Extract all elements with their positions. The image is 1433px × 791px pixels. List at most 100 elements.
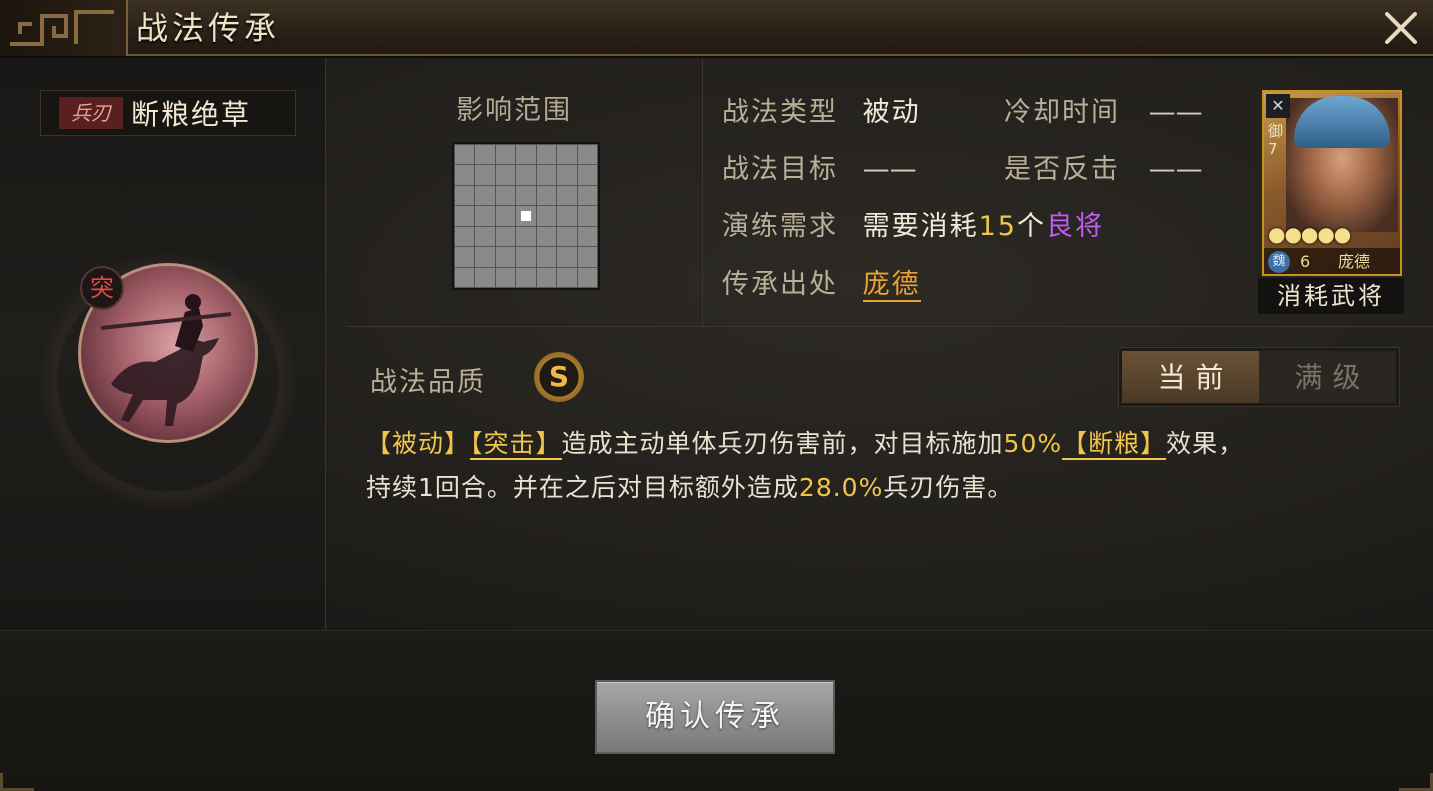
faction-icon: 魏 — [1268, 251, 1290, 273]
general-card-footer: 魏 6 庞德 — [1264, 248, 1400, 274]
skill-name: 断粮绝草 — [131, 98, 252, 131]
counter-value: —— — [1148, 154, 1203, 185]
range-cell — [577, 247, 597, 267]
range-cell — [557, 206, 577, 226]
raid-marker-badge: 突 — [80, 266, 124, 310]
range-cell — [495, 267, 516, 287]
troop-type-icon: ✕ — [1266, 94, 1290, 118]
desc-tag-passive: 【被动】 — [366, 429, 471, 458]
origin-row: 传承出处 庞德 — [722, 262, 921, 302]
counter-label: 是否反击 — [1004, 154, 1120, 185]
range-grid — [452, 142, 600, 290]
train-unit: 个 — [1016, 211, 1046, 242]
range-cell — [516, 185, 536, 206]
range-cell — [495, 206, 516, 226]
range-cell — [455, 267, 475, 287]
range-cell — [577, 185, 597, 206]
range-cell — [475, 185, 495, 206]
range-cell — [495, 247, 516, 267]
skill-icon-column: 兵刃 断粮绝草 突 — [0, 58, 326, 630]
counter-row: 是否反击 —— — [1004, 147, 1203, 186]
desc-tag-raid[interactable]: 【突击】 — [470, 429, 562, 460]
header-ornament — [0, 0, 128, 56]
general-role: 御7 — [1268, 122, 1284, 158]
cooldown-row: 冷却时间 —— — [1004, 90, 1203, 129]
train-requirement-row: 演练需求 需要消耗15个良将 — [722, 204, 1104, 243]
train-prefix: 需要消耗 — [862, 211, 979, 242]
desc-num-1: 50% — [1003, 429, 1063, 458]
range-cell — [536, 145, 557, 165]
skill-type-label: 战法类型 — [722, 97, 838, 128]
skill-name-tag: 兵刃 断粮绝草 — [40, 90, 296, 136]
range-cell — [536, 206, 557, 226]
confirm-inherit-button[interactable]: 确认传承 — [595, 680, 835, 754]
max-level-tab[interactable]: 满级 — [1259, 351, 1396, 403]
range-cell — [455, 226, 475, 247]
skill-description: 【被动】【突击】造成主动单体兵刃伤害前，对目标施加50%【断粮】效果， 持续1回… — [366, 422, 1386, 510]
general-name: 庞德 — [1338, 252, 1371, 271]
range-cell — [536, 247, 557, 267]
corner-ornament-left — [0, 773, 34, 791]
skill-target-row: 战法目标 —— — [722, 147, 917, 186]
quality-label: 战法品质 — [370, 367, 486, 398]
range-cell — [577, 226, 597, 247]
range-cell — [536, 165, 557, 185]
range-cell — [536, 226, 557, 247]
desc-text-3: 持续1回合。并在之后对目标额外造成 — [366, 473, 799, 502]
range-cell — [577, 206, 597, 226]
range-cell — [516, 226, 536, 247]
range-cell — [455, 165, 475, 185]
consume-general-caption: 消耗武将 — [1258, 278, 1404, 314]
range-cell — [516, 247, 536, 267]
range-cell — [516, 145, 536, 165]
range-cell — [577, 267, 597, 287]
range-cell — [475, 206, 495, 226]
train-count: 15 — [978, 211, 1017, 242]
skill-type-row: 战法类型 被动 — [722, 90, 921, 129]
cooldown-label: 冷却时间 — [1004, 97, 1120, 128]
skill-target-label: 战法目标 — [722, 154, 838, 185]
range-cell — [577, 145, 597, 165]
range-cell — [557, 145, 577, 165]
close-icon — [1385, 12, 1417, 44]
column-divider — [702, 58, 703, 326]
desc-text-1: 造成主动单体兵刃伤害前，对目标施加 — [561, 429, 1004, 458]
range-cell — [557, 247, 577, 267]
range-cell — [455, 145, 475, 165]
general-card[interactable]: ✕ 御7 ●●●●● 魏 6 庞德 — [1262, 90, 1402, 276]
level-toggle: 当前 满级 — [1118, 347, 1400, 407]
row-divider — [346, 326, 1433, 327]
general-cost: 6 — [1300, 252, 1311, 271]
general-stars: ●●●●● — [1268, 222, 1351, 246]
range-cell — [495, 226, 516, 247]
range-cell — [475, 247, 495, 267]
range-cell — [495, 185, 516, 206]
desc-text-2: 效果， — [1166, 429, 1245, 458]
origin-label: 传承出处 — [722, 269, 838, 300]
range-cell — [557, 267, 577, 287]
header-bar: 战法传承 — [0, 0, 1433, 56]
desc-tag-ration-cut[interactable]: 【断粮】 — [1062, 429, 1167, 460]
close-button[interactable] — [1379, 6, 1423, 50]
range-cell — [475, 267, 495, 287]
range-cell — [475, 226, 495, 247]
range-cell — [536, 267, 557, 287]
range-cell — [455, 247, 475, 267]
train-item: 良将 — [1045, 211, 1104, 242]
current-level-tab[interactable]: 当前 — [1122, 351, 1259, 403]
skill-target-value: —— — [862, 154, 917, 185]
train-requirement-label: 演练需求 — [722, 211, 838, 242]
range-cell — [475, 165, 495, 185]
range-cell — [557, 226, 577, 247]
corner-ornament-right — [1399, 773, 1433, 791]
range-cell — [455, 185, 475, 206]
damage-type-badge: 兵刃 — [59, 97, 123, 129]
cooldown-value: —— — [1148, 97, 1203, 128]
origin-general-link[interactable]: 庞德 — [862, 269, 921, 302]
range-cell — [475, 145, 495, 165]
range-cell — [536, 185, 557, 206]
quality-grade-badge: S — [534, 352, 584, 402]
page-title: 战法传承 — [136, 9, 281, 47]
range-cell — [495, 145, 516, 165]
range-cell — [495, 165, 516, 185]
